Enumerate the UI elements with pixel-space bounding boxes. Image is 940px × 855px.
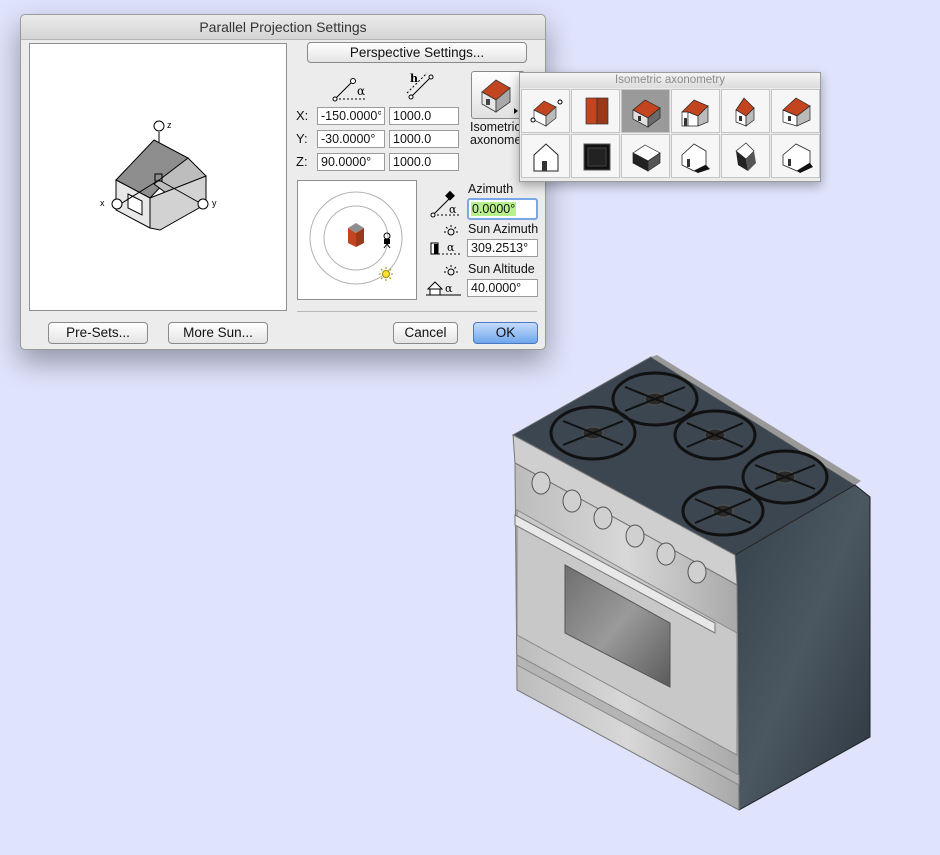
presets-button[interactable]: Pre-Sets...: [48, 322, 148, 344]
preset-picker-button[interactable]: [471, 71, 525, 119]
y-axis-label: y: [212, 198, 217, 208]
sun-azimuth-field[interactable]: [467, 239, 538, 257]
ok-button[interactable]: OK: [473, 322, 538, 344]
bottom-monometric-icon: [681, 143, 710, 173]
sun-azimuth-label: Sun Azimuth: [468, 222, 539, 236]
z-axis-handle: [153, 120, 165, 132]
trimetric-house-icon: [782, 97, 811, 127]
plan-house-icon: [533, 143, 559, 172]
sun-position-diagram[interactable]: [297, 180, 417, 300]
x-angle-field[interactable]: [317, 107, 385, 125]
knob-6: [687, 560, 707, 584]
x-label: X:: [296, 108, 309, 123]
top-plan-tile[interactable]: [571, 134, 620, 178]
dimetric-tile[interactable]: [721, 89, 770, 133]
preset-caption-line1: Isometric: [470, 120, 521, 134]
knob-5: [656, 542, 676, 566]
trimetric-tile[interactable]: [771, 89, 820, 133]
z-axis-label: z: [167, 120, 172, 130]
more-sun-button[interactable]: More Sun...: [168, 322, 268, 344]
bottom-monometric-tile[interactable]: [671, 134, 720, 178]
bottom-trimetric-icon: [782, 143, 813, 173]
parallel-projection-dialog: Parallel Projection Settings z x y Persp…: [20, 14, 546, 350]
sun-altitude-field[interactable]: [467, 279, 538, 297]
front-elevation-icon: [585, 97, 609, 125]
azimuth-label: Azimuth: [468, 182, 514, 196]
camera-azimuth-icon: α: [430, 190, 459, 218]
bottom-trimetric-tile[interactable]: [771, 134, 820, 178]
svg-text:α: α: [447, 241, 455, 254]
custom-axonometry-tile[interactable]: [521, 89, 570, 133]
svg-text:α: α: [449, 203, 457, 216]
top-plan-icon: [583, 143, 611, 171]
perspective-settings-button[interactable]: Perspective Settings...: [307, 42, 527, 63]
x-length-field[interactable]: [389, 107, 459, 125]
projection-presets-popup: Isometric axonometry: [519, 72, 821, 182]
sun-azimuth-icon: α: [430, 225, 461, 255]
custom-axonometry-icon: [530, 99, 563, 127]
y-axis-handle: [197, 198, 209, 210]
divider: [297, 311, 537, 312]
azimuth-field[interactable]: 0.0000°: [471, 202, 517, 216]
sun-altitude-icon: α: [426, 265, 461, 296]
x-axis-handle: [111, 198, 123, 210]
z-angle-field[interactable]: [317, 153, 385, 171]
popup-title: Isometric axonometry: [520, 73, 820, 88]
x-axis-label: x: [100, 198, 105, 208]
azimuth-focus-ring: 0.0000°: [467, 198, 538, 220]
monometric-house-icon: [681, 99, 709, 127]
y-angle-field[interactable]: [317, 130, 385, 148]
front-elevation-tile[interactable]: [571, 89, 620, 133]
angle-alpha-icon: α: [332, 78, 365, 102]
z-length-field[interactable]: [389, 153, 459, 171]
knob-2: [562, 489, 582, 513]
knob-3: [593, 506, 613, 530]
y-length-field[interactable]: [389, 130, 459, 148]
monometric-tile[interactable]: [671, 89, 720, 133]
svg-text:α: α: [445, 282, 453, 295]
bottom-isometric-icon: [632, 144, 661, 172]
bottom-isometric-tile[interactable]: [621, 134, 670, 178]
knob-1: [531, 471, 551, 495]
z-label: Z:: [296, 154, 308, 169]
cancel-button[interactable]: Cancel: [393, 322, 458, 344]
stove-3d-model[interactable]: [505, 355, 875, 815]
dialog-title: Parallel Projection Settings: [21, 15, 545, 40]
bottom-dimetric-tile[interactable]: [721, 134, 770, 178]
isometric-house-icon: [632, 99, 661, 128]
bottom-dimetric-icon: [735, 142, 756, 171]
y-label: Y:: [296, 131, 308, 146]
plan-tile[interactable]: [521, 134, 570, 178]
house-axonometry-preview: z x y: [100, 120, 217, 231]
sun-altitude-label: Sun Altitude: [468, 262, 535, 276]
knob-4: [625, 524, 645, 548]
isometric-house-icon: [481, 79, 518, 114]
dimetric-house-icon: [735, 97, 755, 127]
sun-icon: [379, 267, 393, 281]
isometric-tile[interactable]: [621, 89, 670, 133]
preset-caption-line2: axonome: [470, 133, 522, 147]
height-h-icon: h: [406, 72, 434, 100]
building-marker: [348, 223, 364, 247]
svg-text:α: α: [357, 84, 365, 98]
projection-preview[interactable]: z x y: [29, 43, 287, 311]
